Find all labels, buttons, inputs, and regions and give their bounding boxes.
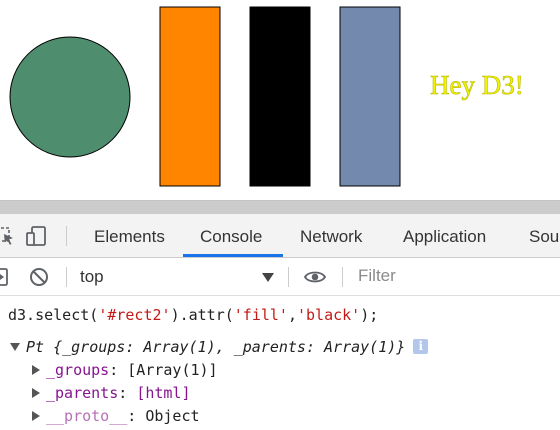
chevron-down-icon[interactable] xyxy=(262,273,274,282)
toolbar-separator xyxy=(66,267,67,287)
active-tab-indicator xyxy=(183,254,283,257)
inspect-element-icon[interactable] xyxy=(0,225,16,247)
console-toolbar: top xyxy=(0,258,560,296)
command-mid: ).attr( xyxy=(170,306,234,324)
tab-sources[interactable]: Sou xyxy=(529,214,559,257)
toolbar-separator xyxy=(66,226,67,246)
devtools-resize-splitter[interactable] xyxy=(0,200,560,214)
console-filter-input[interactable] xyxy=(352,262,560,290)
orange-rect xyxy=(159,6,221,187)
result-summary: Pt {_groups: Array(1), _parents: Array(1… xyxy=(26,338,406,356)
hey-d3-text: Hey D3! xyxy=(430,70,524,101)
tab-application[interactable]: Application xyxy=(403,214,486,257)
property-value: Object xyxy=(145,407,200,425)
tree-item-proto[interactable]: __proto__: Object xyxy=(32,405,200,427)
console-output: d3.select('#rect2').attr('fill','black')… xyxy=(0,296,560,430)
command-arg-attr: 'fill' xyxy=(233,306,288,324)
device-toolbar-icon[interactable] xyxy=(25,225,47,247)
devtools-tab-bar: Elements Console Network Application Sou xyxy=(0,214,560,258)
property-key: __proto__ xyxy=(46,407,128,425)
tree-item-parents[interactable]: _parents: [html] xyxy=(32,382,191,404)
property-separator: : xyxy=(109,361,128,379)
command-arg-selector: '#rect2' xyxy=(98,306,171,324)
console-sidebar-icon[interactable] xyxy=(0,266,10,288)
property-separator: : xyxy=(118,384,137,402)
property-value: [html] xyxy=(136,384,191,402)
triangle-right-icon[interactable] xyxy=(32,364,40,375)
triangle-right-icon[interactable] xyxy=(32,387,40,398)
tab-network[interactable]: Network xyxy=(300,214,362,257)
tab-elements[interactable]: Elements xyxy=(94,214,165,257)
property-key: _groups xyxy=(46,361,110,379)
triangle-down-icon[interactable] xyxy=(10,342,20,351)
command-suffix: ); xyxy=(360,306,379,324)
property-separator: : xyxy=(127,407,146,425)
toolbar-separator xyxy=(342,267,343,287)
command-prefix: d3.select( xyxy=(8,306,99,324)
property-value: [Array(1)] xyxy=(127,361,218,379)
black-rect xyxy=(249,6,311,187)
triangle-right-icon[interactable] xyxy=(32,410,40,421)
green-circle xyxy=(9,36,131,158)
console-result-line[interactable]: Pt {_groups: Array(1), _parents: Array(1… xyxy=(10,336,429,358)
command-arg-value: 'black' xyxy=(297,306,361,324)
page: Hey D3! Elements Console Network Applica… xyxy=(0,0,560,430)
clear-console-icon[interactable] xyxy=(28,266,50,288)
slate-blue-rect xyxy=(339,6,401,187)
tab-console[interactable]: Console xyxy=(200,214,262,257)
javascript-context-select[interactable]: top xyxy=(80,264,278,290)
command-comma: , xyxy=(287,306,297,324)
info-icon[interactable]: i xyxy=(413,338,429,354)
live-expression-eye-icon[interactable] xyxy=(304,266,326,288)
console-command-line: d3.select('#rect2').attr('fill','black')… xyxy=(8,304,378,326)
toolbar-separator xyxy=(288,267,289,287)
property-key: _parents xyxy=(46,384,119,402)
tree-item-groups[interactable]: _groups: [Array(1)] xyxy=(32,359,218,381)
